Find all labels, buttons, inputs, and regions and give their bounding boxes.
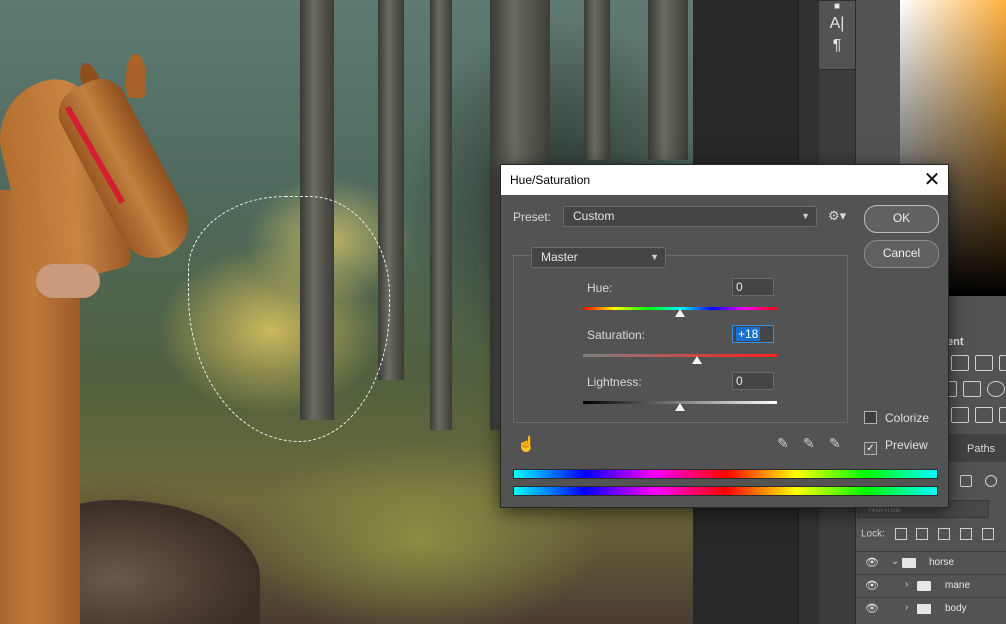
- visibility-eye-icon[interactable]: 👁: [865, 579, 879, 592]
- preview-checkbox[interactable]: ✓: [864, 442, 877, 455]
- close-icon[interactable]: ✕: [919, 167, 945, 193]
- adjustment-layer-icon[interactable]: [985, 475, 997, 487]
- chevron-down-icon: ▼: [801, 211, 810, 221]
- layer-name: horse: [929, 557, 955, 568]
- new-fill-layer-icon[interactable]: [960, 475, 972, 487]
- input-color-bar: [513, 469, 938, 479]
- eyedropper-minus-icon[interactable]: ✎: [829, 435, 841, 452]
- marching-ants-selection[interactable]: [188, 196, 390, 442]
- lock-image-icon[interactable]: [916, 528, 929, 540]
- folder-icon: [917, 581, 931, 591]
- layer-name: mane: [945, 580, 971, 591]
- lock-row: Lock:: [861, 528, 994, 540]
- levels-icon[interactable]: [975, 355, 993, 371]
- character-panel-icon[interactable]: A|: [819, 13, 855, 35]
- chevron-down-icon[interactable]: ⌄: [891, 556, 899, 567]
- tree-trunk: [584, 0, 610, 160]
- lightness-input[interactable]: 0: [732, 372, 774, 390]
- chevron-right-icon[interactable]: ›: [905, 602, 908, 613]
- swatch-icon[interactable]: ■: [819, 1, 855, 13]
- channel-mixer-icon[interactable]: [987, 381, 1005, 397]
- camera-filter-icon[interactable]: [963, 381, 981, 397]
- targeted-adjustment-hand-icon[interactable]: ☝: [517, 435, 536, 453]
- saturation-label: Saturation:: [587, 328, 646, 342]
- invert-icon[interactable]: [999, 407, 1006, 423]
- paragraph-panel-icon[interactable]: ¶: [819, 35, 855, 57]
- folder-icon: [902, 558, 916, 568]
- gradient-map-icon[interactable]: [951, 407, 969, 423]
- dialog-title: Hue/Saturation: [510, 173, 591, 187]
- saturation-value: +18: [736, 327, 761, 341]
- lock-position-icon[interactable]: [938, 528, 951, 540]
- adjustments-panel-header: ent: [947, 336, 964, 348]
- saturation-input[interactable]: +18: [732, 325, 774, 343]
- cancel-button[interactable]: Cancel: [864, 240, 939, 268]
- hue-slider-thumb[interactable]: [675, 309, 685, 317]
- lock-transparent-icon[interactable]: [894, 528, 907, 540]
- lightness-slider-thumb[interactable]: [675, 403, 685, 411]
- preview-row[interactable]: ✓ Preview: [864, 438, 928, 455]
- hue-saturation-dialog: Hue/Saturation ✕ Preset: Custom ▼ ⚙▾ Mas…: [500, 164, 949, 508]
- preset-select[interactable]: Custom ▼: [563, 206, 817, 227]
- saturation-slider-thumb[interactable]: [692, 356, 703, 364]
- exposure-icon[interactable]: [999, 355, 1006, 371]
- layer-row[interactable]: 👁 ⌄ horse: [856, 551, 1006, 574]
- ok-button[interactable]: OK: [864, 205, 939, 233]
- layer-row[interactable]: 👁 › mane: [856, 574, 1006, 597]
- selective-color-icon[interactable]: [975, 407, 993, 423]
- tab-paths[interactable]: Paths: [967, 443, 995, 455]
- gear-icon[interactable]: ⚙▾: [828, 208, 846, 224]
- colorize-label: Colorize: [885, 411, 930, 425]
- output-color-bar: [513, 486, 938, 496]
- eyedropper-icon[interactable]: ✎: [777, 435, 789, 452]
- lock-label: Lock:: [861, 528, 885, 540]
- channel-select[interactable]: Master ▼: [531, 247, 666, 268]
- horse-ear: [126, 54, 146, 98]
- folder-icon: [917, 604, 931, 614]
- adjustment-group: [513, 255, 848, 423]
- preview-label: Preview: [885, 438, 928, 452]
- hand: [36, 264, 100, 298]
- preset-label: Preset:: [513, 210, 552, 224]
- colorize-row[interactable]: Colorize: [864, 411, 929, 425]
- lock-all-icon[interactable]: [981, 528, 994, 540]
- visibility-eye-icon[interactable]: 👁: [865, 556, 879, 569]
- chevron-down-icon: ▼: [650, 252, 659, 262]
- hue-input[interactable]: 0: [732, 278, 774, 296]
- channel-value: Master: [541, 250, 578, 264]
- lightness-label: Lightness:: [587, 375, 642, 389]
- saturation-slider-track[interactable]: [583, 354, 777, 357]
- brightness-contrast-icon[interactable]: [951, 355, 969, 371]
- visibility-eye-icon[interactable]: 👁: [865, 602, 879, 615]
- tree-trunk: [430, 0, 452, 430]
- mini-tool-panel: ■ A| ¶: [818, 0, 856, 70]
- layer-row[interactable]: 👁 › body: [856, 597, 1006, 620]
- hue-label: Hue:: [587, 281, 613, 295]
- dialog-titlebar[interactable]: Hue/Saturation ✕: [501, 165, 948, 195]
- lock-artboard-icon[interactable]: [960, 528, 973, 540]
- tree-trunk: [648, 0, 688, 160]
- chevron-right-icon[interactable]: ›: [905, 579, 908, 590]
- layer-name: body: [945, 603, 967, 614]
- preset-value: Custom: [573, 209, 615, 223]
- eyedropper-plus-icon[interactable]: ✎: [803, 435, 815, 452]
- colorize-checkbox[interactable]: [864, 411, 877, 424]
